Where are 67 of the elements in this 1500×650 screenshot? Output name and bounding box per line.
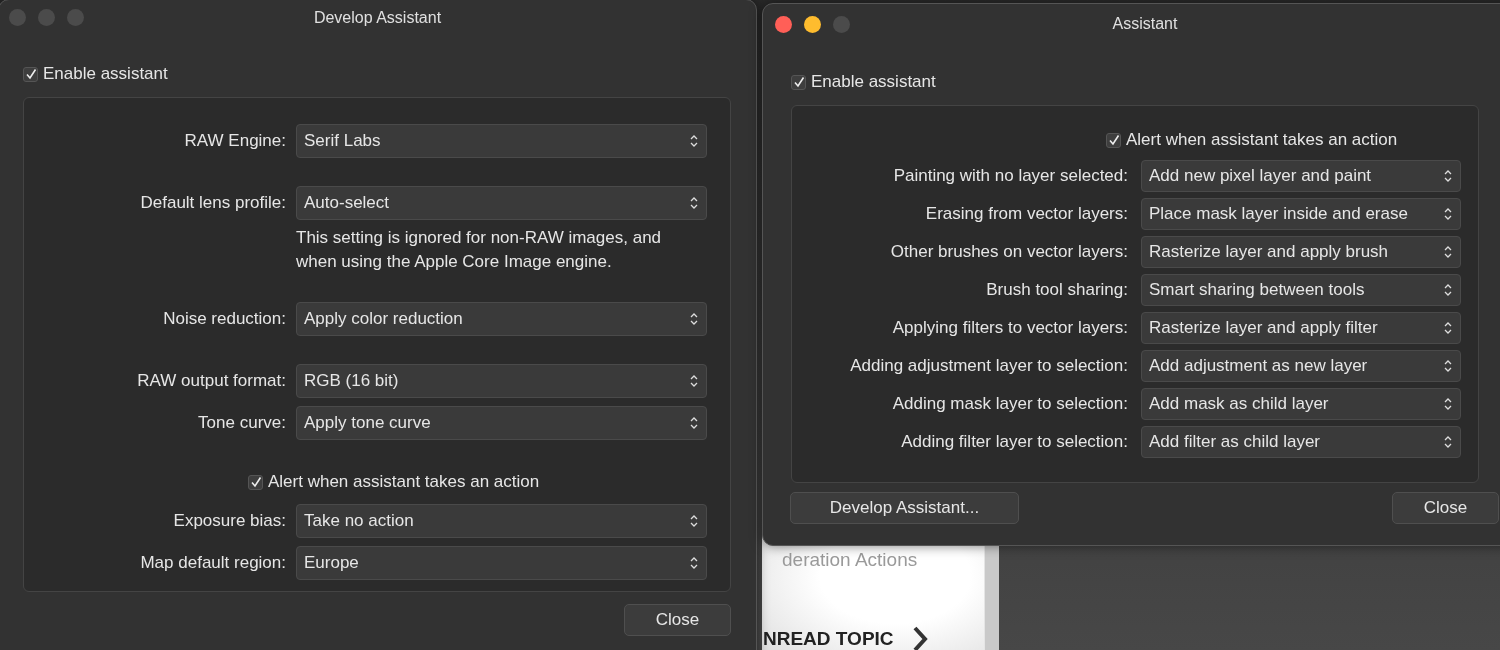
window-title: Assistant — [1112, 15, 1178, 33]
dropdown[interactable]: Add adjustment as new layer — [1141, 350, 1461, 382]
field-label: RAW Engine: — [183, 131, 286, 151]
close-button[interactable]: Close — [1392, 492, 1499, 524]
field-label: Painting with no layer selected: — [892, 166, 1128, 186]
window-control-dot[interactable] — [9, 9, 26, 26]
updown-arrows-icon — [1444, 245, 1452, 259]
checkbox[interactable] — [1106, 132, 1121, 148]
field-label: Noise reduction: — [162, 309, 286, 329]
window-title: Develop Assistant — [313, 9, 442, 27]
window-control-dot[interactable] — [38, 9, 55, 26]
dropdown[interactable]: Serif Labs — [296, 124, 707, 158]
field-label: Exposure bias: — [172, 511, 286, 531]
close-button[interactable]: Close — [624, 604, 731, 636]
checkbox-label: Alert when assistant takes an action — [268, 472, 540, 492]
field-label: Map default region: — [139, 553, 286, 573]
dropdown[interactable]: RGB (16 bit) — [296, 364, 707, 398]
field-label: Adding mask layer to selection: — [891, 394, 1128, 414]
updown-arrows-icon — [690, 196, 698, 210]
dropdown[interactable]: Add mask as child layer — [1141, 388, 1461, 420]
field-label: Brush tool sharing: — [985, 280, 1128, 300]
checkbox-label: Enable assistant — [43, 64, 168, 84]
field-label: Default lens profile: — [139, 193, 286, 213]
field-label: Adding adjustment layer to selection: — [849, 356, 1128, 376]
window-control-dot[interactable] — [804, 16, 821, 33]
dropdown[interactable]: Add new pixel layer and paint — [1141, 160, 1461, 192]
updown-arrows-icon — [1444, 321, 1452, 335]
updown-arrows-icon — [690, 312, 698, 326]
updown-arrows-icon — [690, 374, 698, 388]
window-control-dot[interactable] — [775, 16, 792, 33]
checkbox[interactable] — [248, 474, 263, 490]
checkbox[interactable] — [791, 74, 806, 90]
updown-arrows-icon — [690, 514, 698, 528]
dropdown[interactable]: Add filter as child layer — [1141, 426, 1461, 458]
help-text: This setting is ignored for non-RAW images, and when using the Apple Core Image engine. — [296, 227, 663, 273]
field-label: RAW output format: — [136, 371, 286, 391]
dropdown[interactable]: Apply tone curve — [296, 406, 707, 440]
develop-assistant-button[interactable]: Develop Assistant... — [790, 492, 1019, 524]
dropdown[interactable]: Place mask layer inside and erase — [1141, 198, 1461, 230]
dropdown[interactable]: Rasterize layer and apply filter — [1141, 312, 1461, 344]
chevron-icon — [911, 626, 928, 650]
dropdown[interactable]: Rasterize layer and apply brush — [1141, 236, 1461, 268]
checkbox-label: Enable assistant — [811, 72, 936, 92]
updown-arrows-icon — [1444, 435, 1452, 449]
field-label: Applying filters to vector layers: — [891, 318, 1128, 338]
updown-arrows-icon — [1444, 283, 1452, 297]
updown-arrows-icon — [690, 416, 698, 430]
updown-arrows-icon — [1444, 397, 1452, 411]
updown-arrows-icon — [1444, 207, 1452, 221]
updown-arrows-icon — [690, 134, 698, 148]
page-heading[interactable]: NREAD TOPIC — [763, 628, 894, 650]
field-label: Erasing from vector layers: — [924, 204, 1128, 224]
dropdown[interactable]: Apply color reduction — [296, 302, 707, 336]
window-control-dot[interactable] — [67, 9, 84, 26]
field-label: Other brushes on vector layers: — [889, 242, 1128, 262]
updown-arrows-icon — [1444, 169, 1452, 183]
dropdown[interactable]: Europe — [296, 546, 707, 580]
field-label: Adding filter layer to selection: — [900, 432, 1128, 452]
dropdown[interactable]: Take no action — [296, 504, 707, 538]
updown-arrows-icon — [690, 556, 698, 570]
updown-arrows-icon — [1444, 359, 1452, 373]
field-label: Tone curve: — [197, 413, 286, 433]
window-control-dot[interactable] — [833, 16, 850, 33]
dropdown[interactable]: Auto-select — [296, 186, 707, 220]
dropdown[interactable]: Smart sharing between tools — [1141, 274, 1461, 306]
checkbox-label: Alert when assistant takes an action — [1126, 130, 1398, 150]
checkbox[interactable] — [23, 66, 38, 82]
